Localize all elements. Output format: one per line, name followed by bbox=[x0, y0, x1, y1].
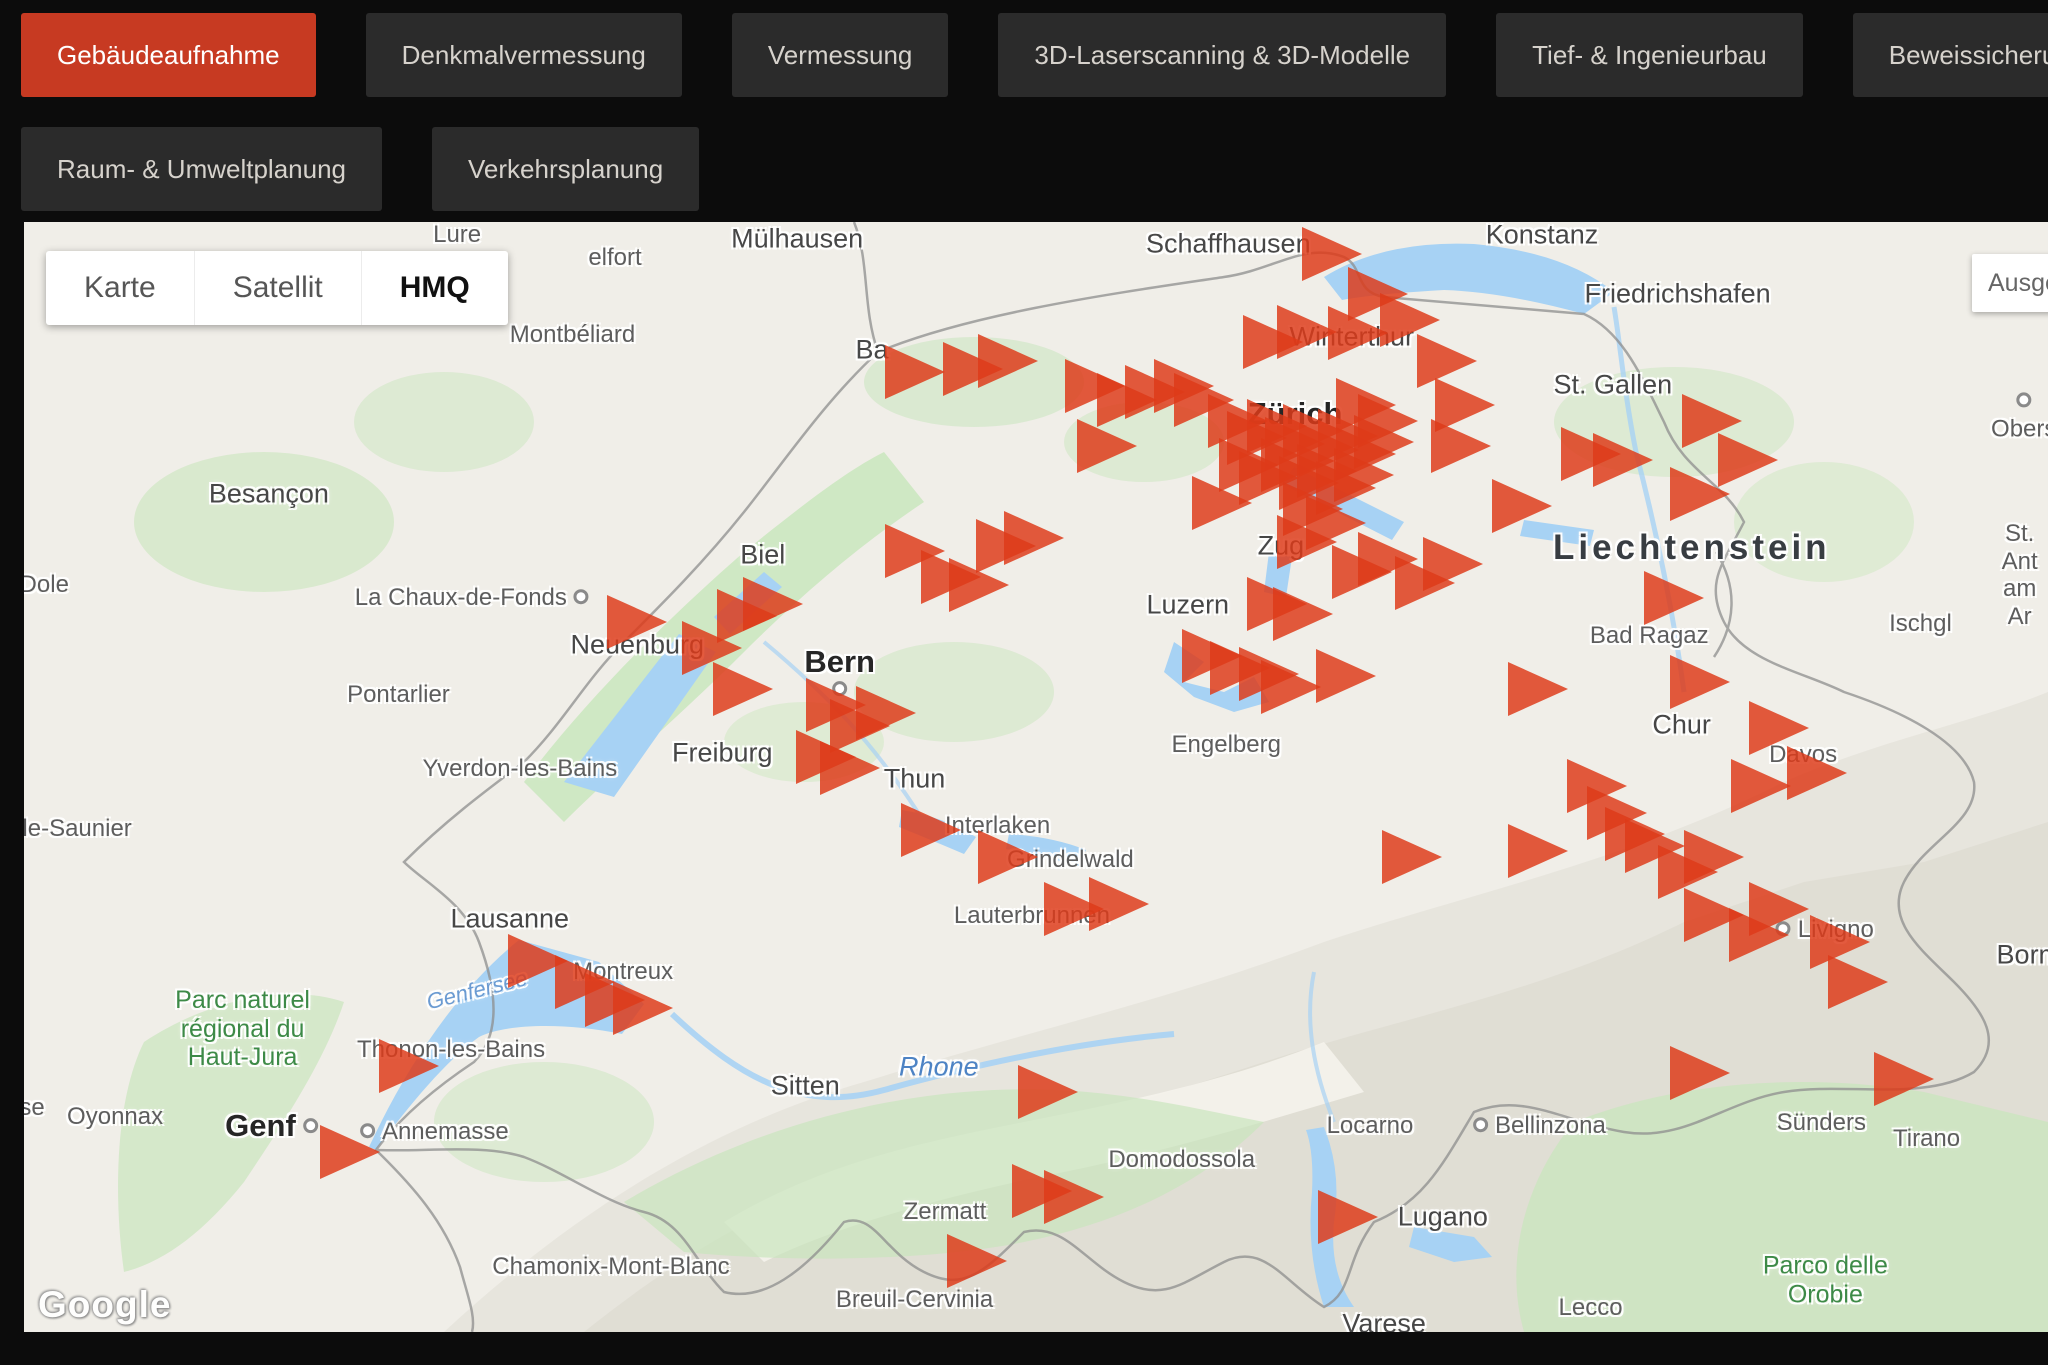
nav-button-tief-ingenieurbau[interactable]: Tief- & Ingenieurbau bbox=[1496, 13, 1803, 97]
map-marker[interactable] bbox=[978, 334, 1038, 388]
nav-button-raum-umweltplanung[interactable]: Raum- & Umweltplanung bbox=[21, 127, 382, 211]
map-marker[interactable] bbox=[613, 981, 673, 1035]
map-marker[interactable] bbox=[1508, 662, 1568, 716]
map-marker[interactable] bbox=[1670, 655, 1730, 709]
map-marker[interactable] bbox=[1273, 587, 1333, 641]
nav-button-3d-laserscanning-3d-modelle[interactable]: 3D-Laserscanning & 3D-Modelle bbox=[998, 13, 1446, 97]
map-marker[interactable] bbox=[1593, 433, 1653, 487]
map-marker[interactable] bbox=[820, 741, 880, 795]
nav-row-1: Gebäudeaufnahme Denkmalvermessung Vermessu… bbox=[21, 13, 2048, 97]
map-marker[interactable] bbox=[1749, 882, 1809, 936]
map-marker[interactable] bbox=[1306, 496, 1366, 550]
map-marker[interactable] bbox=[1004, 511, 1064, 565]
map-marker[interactable] bbox=[1423, 537, 1483, 591]
map-marker[interactable] bbox=[1684, 830, 1744, 884]
map-type-control: KarteSatellitHMQ bbox=[46, 251, 508, 325]
map-marker[interactable] bbox=[1431, 419, 1491, 473]
map-marker[interactable] bbox=[1192, 476, 1252, 530]
map-type-button-karte[interactable]: Karte bbox=[46, 251, 194, 325]
map-marker[interactable] bbox=[949, 558, 1009, 612]
map-marker[interactable] bbox=[978, 830, 1038, 884]
map-marker[interactable] bbox=[1077, 419, 1137, 473]
nav-button-vermessung[interactable]: Vermessung bbox=[732, 13, 949, 97]
map-marker[interactable] bbox=[320, 1125, 380, 1179]
nav-button-beweissicherung-bau[interactable]: Beweissicherung & Bau bbox=[1853, 13, 2048, 97]
map-marker[interactable] bbox=[1492, 479, 1552, 533]
map-marker[interactable] bbox=[901, 803, 961, 857]
map-type-button-satellit[interactable]: Satellit bbox=[194, 251, 361, 325]
map-marker[interactable] bbox=[856, 686, 916, 740]
selection-button[interactable]: Ausge bbox=[1972, 254, 2048, 312]
map-marker[interactable] bbox=[1277, 305, 1337, 359]
category-nav: Gebäudeaufnahme Denkmalvermessung Vermessu… bbox=[0, 0, 2048, 211]
map-marker[interactable] bbox=[1018, 1065, 1078, 1119]
map-marker[interactable] bbox=[1261, 660, 1321, 714]
map-marker[interactable] bbox=[1044, 1170, 1104, 1224]
map-type-button-hmq[interactable]: HMQ bbox=[361, 251, 508, 325]
map-canvas[interactable]: LureelfortMülhausenSchaffhausenKonstanzF… bbox=[24, 222, 2048, 1332]
map-marker[interactable] bbox=[379, 1039, 439, 1093]
nav-button-verkehrsplanung[interactable]: Verkehrsplanung bbox=[432, 127, 699, 211]
map-marker[interactable] bbox=[885, 345, 945, 399]
map-marker[interactable] bbox=[1382, 830, 1442, 884]
map-marker[interactable] bbox=[1731, 759, 1791, 813]
nav-button-gebäudeaufnahme[interactable]: Gebäudeaufnahme bbox=[21, 13, 316, 97]
map-marker[interactable] bbox=[1508, 824, 1568, 878]
map-marker[interactable] bbox=[1874, 1052, 1934, 1106]
nav-row-2: Raum- & Umweltplanung Verkehrsplanung bbox=[21, 127, 2048, 211]
map-markers-layer bbox=[24, 222, 2048, 1332]
map-marker[interactable] bbox=[1318, 1190, 1378, 1244]
map-marker[interactable] bbox=[713, 662, 773, 716]
map-marker[interactable] bbox=[607, 595, 667, 649]
map-marker[interactable] bbox=[1670, 1046, 1730, 1100]
map-marker[interactable] bbox=[1828, 955, 1888, 1009]
map-marker[interactable] bbox=[1787, 746, 1847, 800]
google-logo: Google bbox=[38, 1284, 171, 1326]
map-marker[interactable] bbox=[947, 1234, 1007, 1288]
map-marker[interactable] bbox=[1644, 571, 1704, 625]
map-marker[interactable] bbox=[743, 577, 803, 631]
map-marker[interactable] bbox=[1089, 877, 1149, 931]
map-marker[interactable] bbox=[1718, 433, 1778, 487]
nav-button-denkmalvermessung[interactable]: Denkmalvermessung bbox=[366, 13, 682, 97]
map-marker[interactable] bbox=[1316, 649, 1376, 703]
